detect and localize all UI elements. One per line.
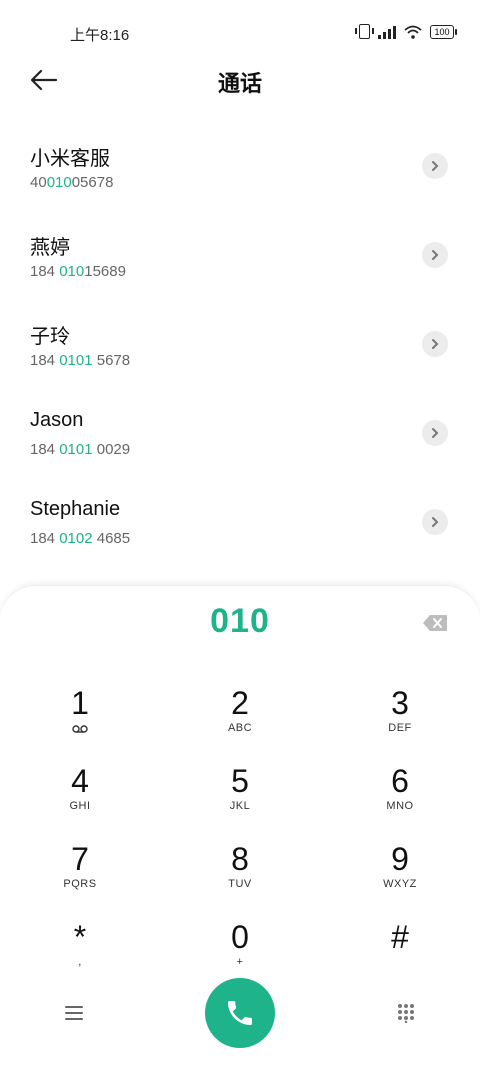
status-icons: 100 (355, 24, 457, 39)
contact-row[interactable]: 燕婷 184 01015689 (0, 225, 480, 314)
key-4[interactable]: 4 GHI (20, 764, 140, 834)
key-3[interactable]: 3 DEF (340, 686, 460, 756)
contact-name: Stephanie (30, 498, 121, 520)
page-title: 通话 (217, 71, 262, 96)
contact-row[interactable]: 子玲 184 0101 5678 (0, 314, 480, 403)
backspace-icon[interactable] (422, 614, 448, 632)
key-8[interactable]: 8 TUV (180, 842, 300, 912)
status-bar: 上午8:16 100 (0, 0, 480, 64)
key-7[interactable]: 7 PQRS (20, 842, 140, 912)
battery-icon: 100 (430, 24, 457, 39)
signal-icon (378, 25, 396, 39)
header: 通话 (0, 60, 480, 102)
voicemail-icon (72, 725, 88, 733)
chevron-right-icon[interactable] (422, 509, 448, 535)
contact-number: 184 01015689 (30, 263, 126, 280)
contact-name: Jason (30, 409, 84, 431)
contact-row[interactable]: Jason 184 0101 0029 (0, 403, 480, 492)
contact-number: 184 0101 5678 (30, 352, 131, 369)
status-time: 上午8:16 (70, 27, 130, 44)
key-2[interactable]: 2 ABC (180, 686, 300, 756)
vibrate-icon (355, 24, 374, 39)
call-button[interactable] (205, 978, 275, 1048)
contact-number: 184 0102 4685 (30, 530, 131, 547)
contact-name: 子玲 (30, 326, 70, 348)
contact-name: 小米客服 (30, 148, 110, 170)
dialed-number: 010 (210, 602, 270, 640)
contact-row[interactable]: Stephanie 184 0102 4685 (0, 492, 480, 581)
bottom-actions (0, 975, 480, 1055)
contact-number: 4001005678 (30, 174, 114, 191)
phone-icon (228, 1001, 252, 1025)
key-1[interactable]: 1 (20, 686, 140, 756)
key-5[interactable]: 5 JKL (180, 764, 300, 834)
contact-name: 燕婷 (30, 237, 70, 259)
contact-list: 小米客服 4001005678 燕婷 184 01015689 子玲 184 0… (0, 136, 480, 581)
wifi-icon (404, 25, 422, 39)
dialpad-toggle-icon[interactable] (397, 1003, 415, 1023)
contact-row[interactable]: 小米客服 4001005678 (0, 136, 480, 225)
chevron-right-icon[interactable] (422, 331, 448, 357)
chevron-right-icon[interactable] (422, 153, 448, 179)
key-6[interactable]: 6 MNO (340, 764, 460, 834)
menu-icon[interactable] (64, 1005, 84, 1021)
chevron-right-icon[interactable] (422, 420, 448, 446)
contact-number: 184 0101 0029 (30, 441, 131, 458)
key-9[interactable]: 9 WXYZ (340, 842, 460, 912)
chevron-right-icon[interactable] (422, 242, 448, 268)
